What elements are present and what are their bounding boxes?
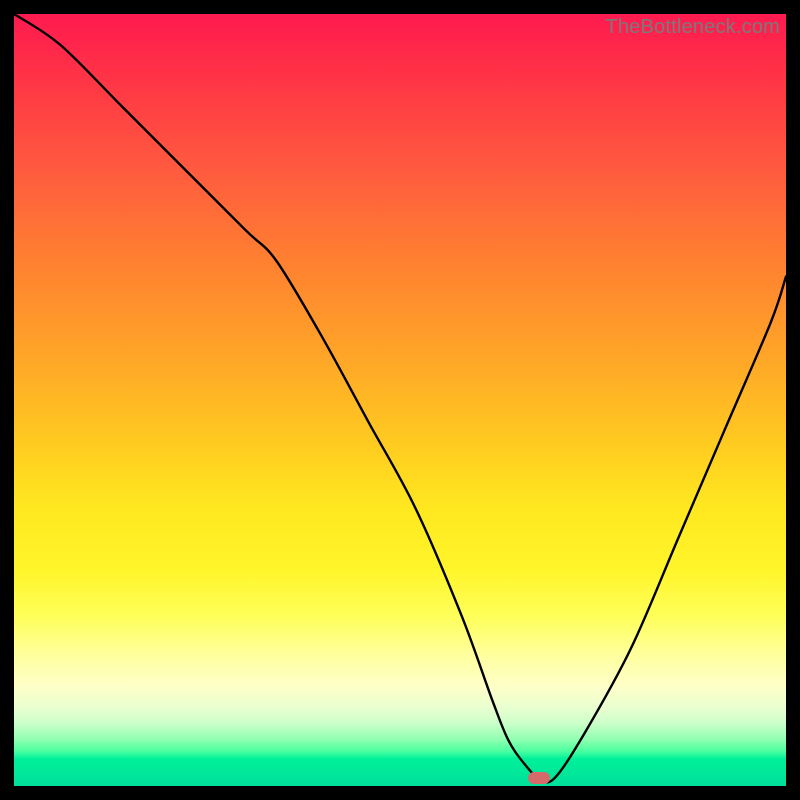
optimal-marker (528, 772, 550, 784)
chart-plot-area: TheBottleneck.com (14, 14, 786, 786)
chart-stage: TheBottleneck.com (0, 0, 800, 800)
bottleneck-curve (14, 14, 786, 786)
